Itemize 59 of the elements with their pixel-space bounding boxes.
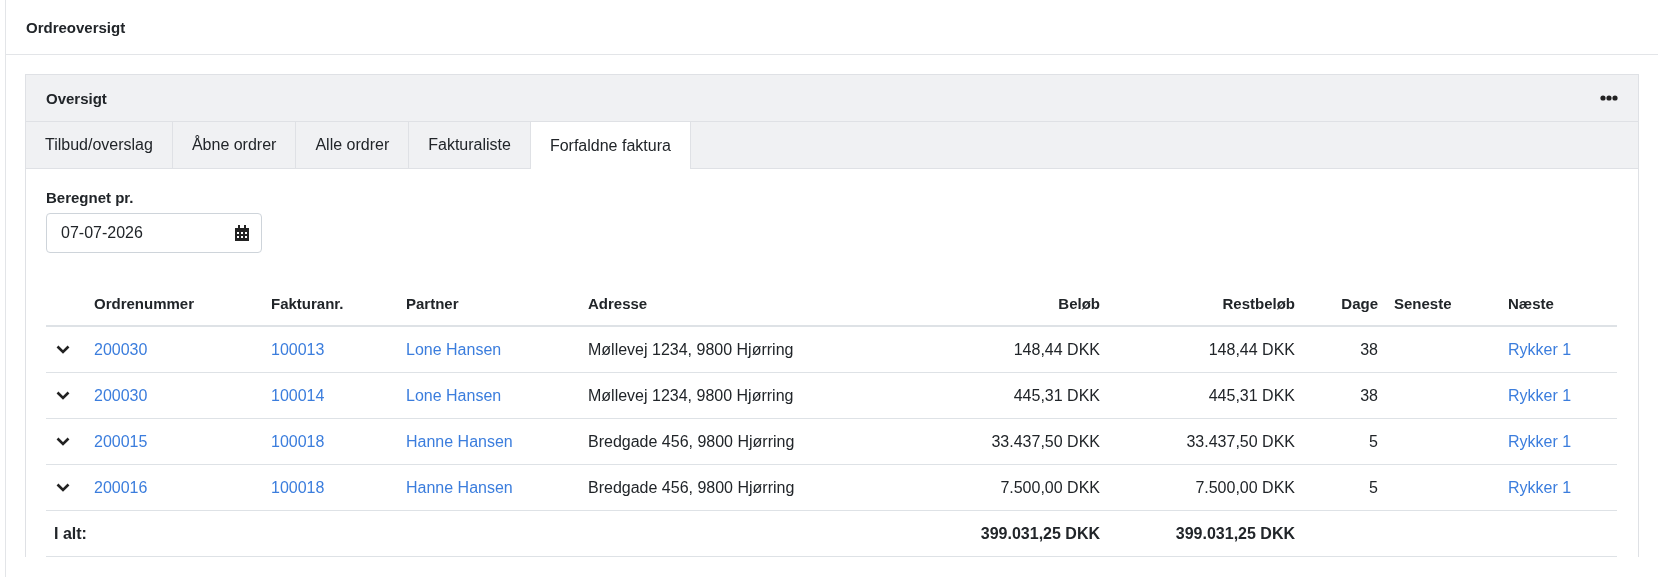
- chevron-icon[interactable]: [56, 437, 70, 446]
- reminder-link[interactable]: Rykker 1: [1508, 386, 1572, 404]
- tab[interactable]: Alle ordrer: [296, 122, 410, 168]
- invoice-link[interactable]: 100018: [271, 432, 325, 450]
- tab[interactable]: Åbne ordrer: [172, 122, 297, 168]
- date-field[interactable]: 07-07-2026: [46, 213, 262, 253]
- date-label: Beregnet pr.: [46, 189, 135, 206]
- partner-link[interactable]: Lone Hansen: [406, 386, 502, 404]
- tab[interactable]: Tilbud/overslag: [26, 122, 173, 168]
- amount-cell: 7.500,00 DKK: [870, 464, 1108, 511]
- card-title: Oversigt: [46, 89, 107, 107]
- address-cell: Møllevej 1234, 9800 Hjørring: [580, 326, 870, 373]
- chevron-icon[interactable]: [56, 391, 70, 400]
- reminder-link[interactable]: Rykker 1: [1508, 478, 1572, 496]
- total-remaining: 399.031,25 DKK: [1108, 510, 1303, 557]
- column-header: Dage: [1303, 281, 1386, 326]
- address-cell: Bredgade 456, 9800 Hjørring: [580, 418, 870, 465]
- invoice-link[interactable]: 100018: [271, 478, 325, 496]
- page-title: Ordreoversigt: [26, 18, 126, 36]
- invoice-link[interactable]: 100013: [271, 340, 325, 358]
- total-label: I alt:: [46, 510, 263, 557]
- order-link[interactable]: 200030: [94, 386, 148, 404]
- total-amount: 399.031,25 DKK: [870, 510, 1108, 557]
- column-header: Beløb: [870, 281, 1108, 326]
- amount-cell: 445,31 DKK: [870, 372, 1108, 419]
- calendar-icon[interactable]: [235, 225, 249, 241]
- order-link[interactable]: 200030: [94, 340, 148, 358]
- column-header: Partner: [398, 281, 580, 326]
- chevron-icon[interactable]: [56, 483, 70, 492]
- days-cell: 38: [1303, 326, 1386, 373]
- amount-cell: 148,44 DKK: [870, 326, 1108, 373]
- tab[interactable]: Fakturaliste: [409, 122, 531, 168]
- remaining-cell: 445,31 DKK: [1108, 372, 1303, 419]
- days-cell: 5: [1303, 464, 1386, 511]
- column-header: Restbeløb: [1108, 281, 1303, 326]
- reminder-link[interactable]: Rykker 1: [1508, 432, 1572, 450]
- amount-cell: 33.437,50 DKK: [870, 418, 1108, 465]
- days-cell: 5: [1303, 418, 1386, 465]
- partner-link[interactable]: Hanne Hansen: [406, 478, 513, 496]
- remaining-cell: 33.437,50 DKK: [1108, 418, 1303, 465]
- column-header: Ordrenummer: [86, 281, 263, 326]
- remaining-cell: 7.500,00 DKK: [1108, 464, 1303, 511]
- column-header: Næste: [1500, 281, 1617, 326]
- partner-link[interactable]: Hanne Hansen: [406, 432, 513, 450]
- tab[interactable]: Forfaldne faktura: [530, 122, 691, 169]
- invoice-link[interactable]: 100014: [271, 386, 325, 404]
- more-options-icon[interactable]: [1600, 95, 1618, 101]
- remaining-cell: 148,44 DKK: [1108, 326, 1303, 373]
- column-header: Adresse: [580, 281, 870, 326]
- address-cell: Møllevej 1234, 9800 Hjørring: [580, 372, 870, 419]
- order-link[interactable]: 200015: [94, 432, 148, 450]
- order-link[interactable]: 200016: [94, 478, 148, 496]
- reminder-link[interactable]: Rykker 1: [1508, 340, 1572, 358]
- column-header: Seneste: [1386, 281, 1500, 326]
- days-cell: 38: [1303, 372, 1386, 419]
- address-cell: Bredgade 456, 9800 Hjørring: [580, 464, 870, 511]
- chevron-icon[interactable]: [56, 345, 70, 354]
- column-header: Fakturanr.: [263, 281, 398, 326]
- partner-link[interactable]: Lone Hansen: [406, 340, 502, 358]
